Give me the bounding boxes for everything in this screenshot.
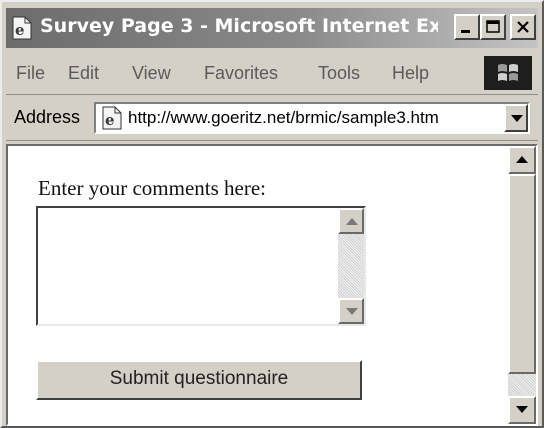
address-bar: Address e http://www.goeritz.net/brmic/s… [6,96,538,141]
maximize-button[interactable] [480,14,506,40]
comments-textarea[interactable] [36,206,366,326]
page-scroll-up-button[interactable] [508,146,536,174]
menu-view[interactable]: View [132,63,171,84]
menu-edit[interactable]: Edit [68,63,99,84]
menu-bar: File Edit View Favorites Tools Help [6,52,538,95]
close-button[interactable] [510,14,536,40]
menu-favorites[interactable]: Favorites [204,63,278,84]
minimize-button[interactable] [454,14,480,40]
page-content: Enter your comments here: Submit questio… [6,144,538,426]
ie-page-icon: e [10,16,34,40]
menu-file[interactable]: File [16,63,45,84]
textarea-scrollbar[interactable] [338,208,364,324]
page-scroll-down-button[interactable] [508,396,536,424]
textarea-scroll-down-button[interactable] [338,298,364,324]
submit-button[interactable]: Submit questionnaire [36,360,362,400]
page-scrollbar[interactable] [508,146,536,424]
throbber [484,56,532,90]
svg-text:e: e [105,111,115,129]
ie-page-icon: e [100,106,124,130]
address-label: Address [14,107,81,127]
comments-prompt: Enter your comments here: [38,176,267,200]
browser-window: e Survey Page 3 - Microsoft Internet Exp… [0,0,544,428]
menu-help[interactable]: Help [392,63,429,84]
page-scroll-thumb[interactable] [508,174,536,374]
svg-text:e: e [15,21,25,39]
window-title: Survey Page 3 - Microsoft Internet Expl.… [40,15,438,37]
address-dropdown-button[interactable] [504,104,528,132]
menu-tools[interactable]: Tools [318,63,360,84]
address-url: http://www.goeritz.net/brmic/sample3.htm [128,108,439,127]
textarea-scroll-up-button[interactable] [338,208,364,234]
title-bar[interactable]: e Survey Page 3 - Microsoft Internet Exp… [6,8,538,48]
address-field[interactable]: e http://www.goeritz.net/brmic/sample3.h… [94,102,530,134]
